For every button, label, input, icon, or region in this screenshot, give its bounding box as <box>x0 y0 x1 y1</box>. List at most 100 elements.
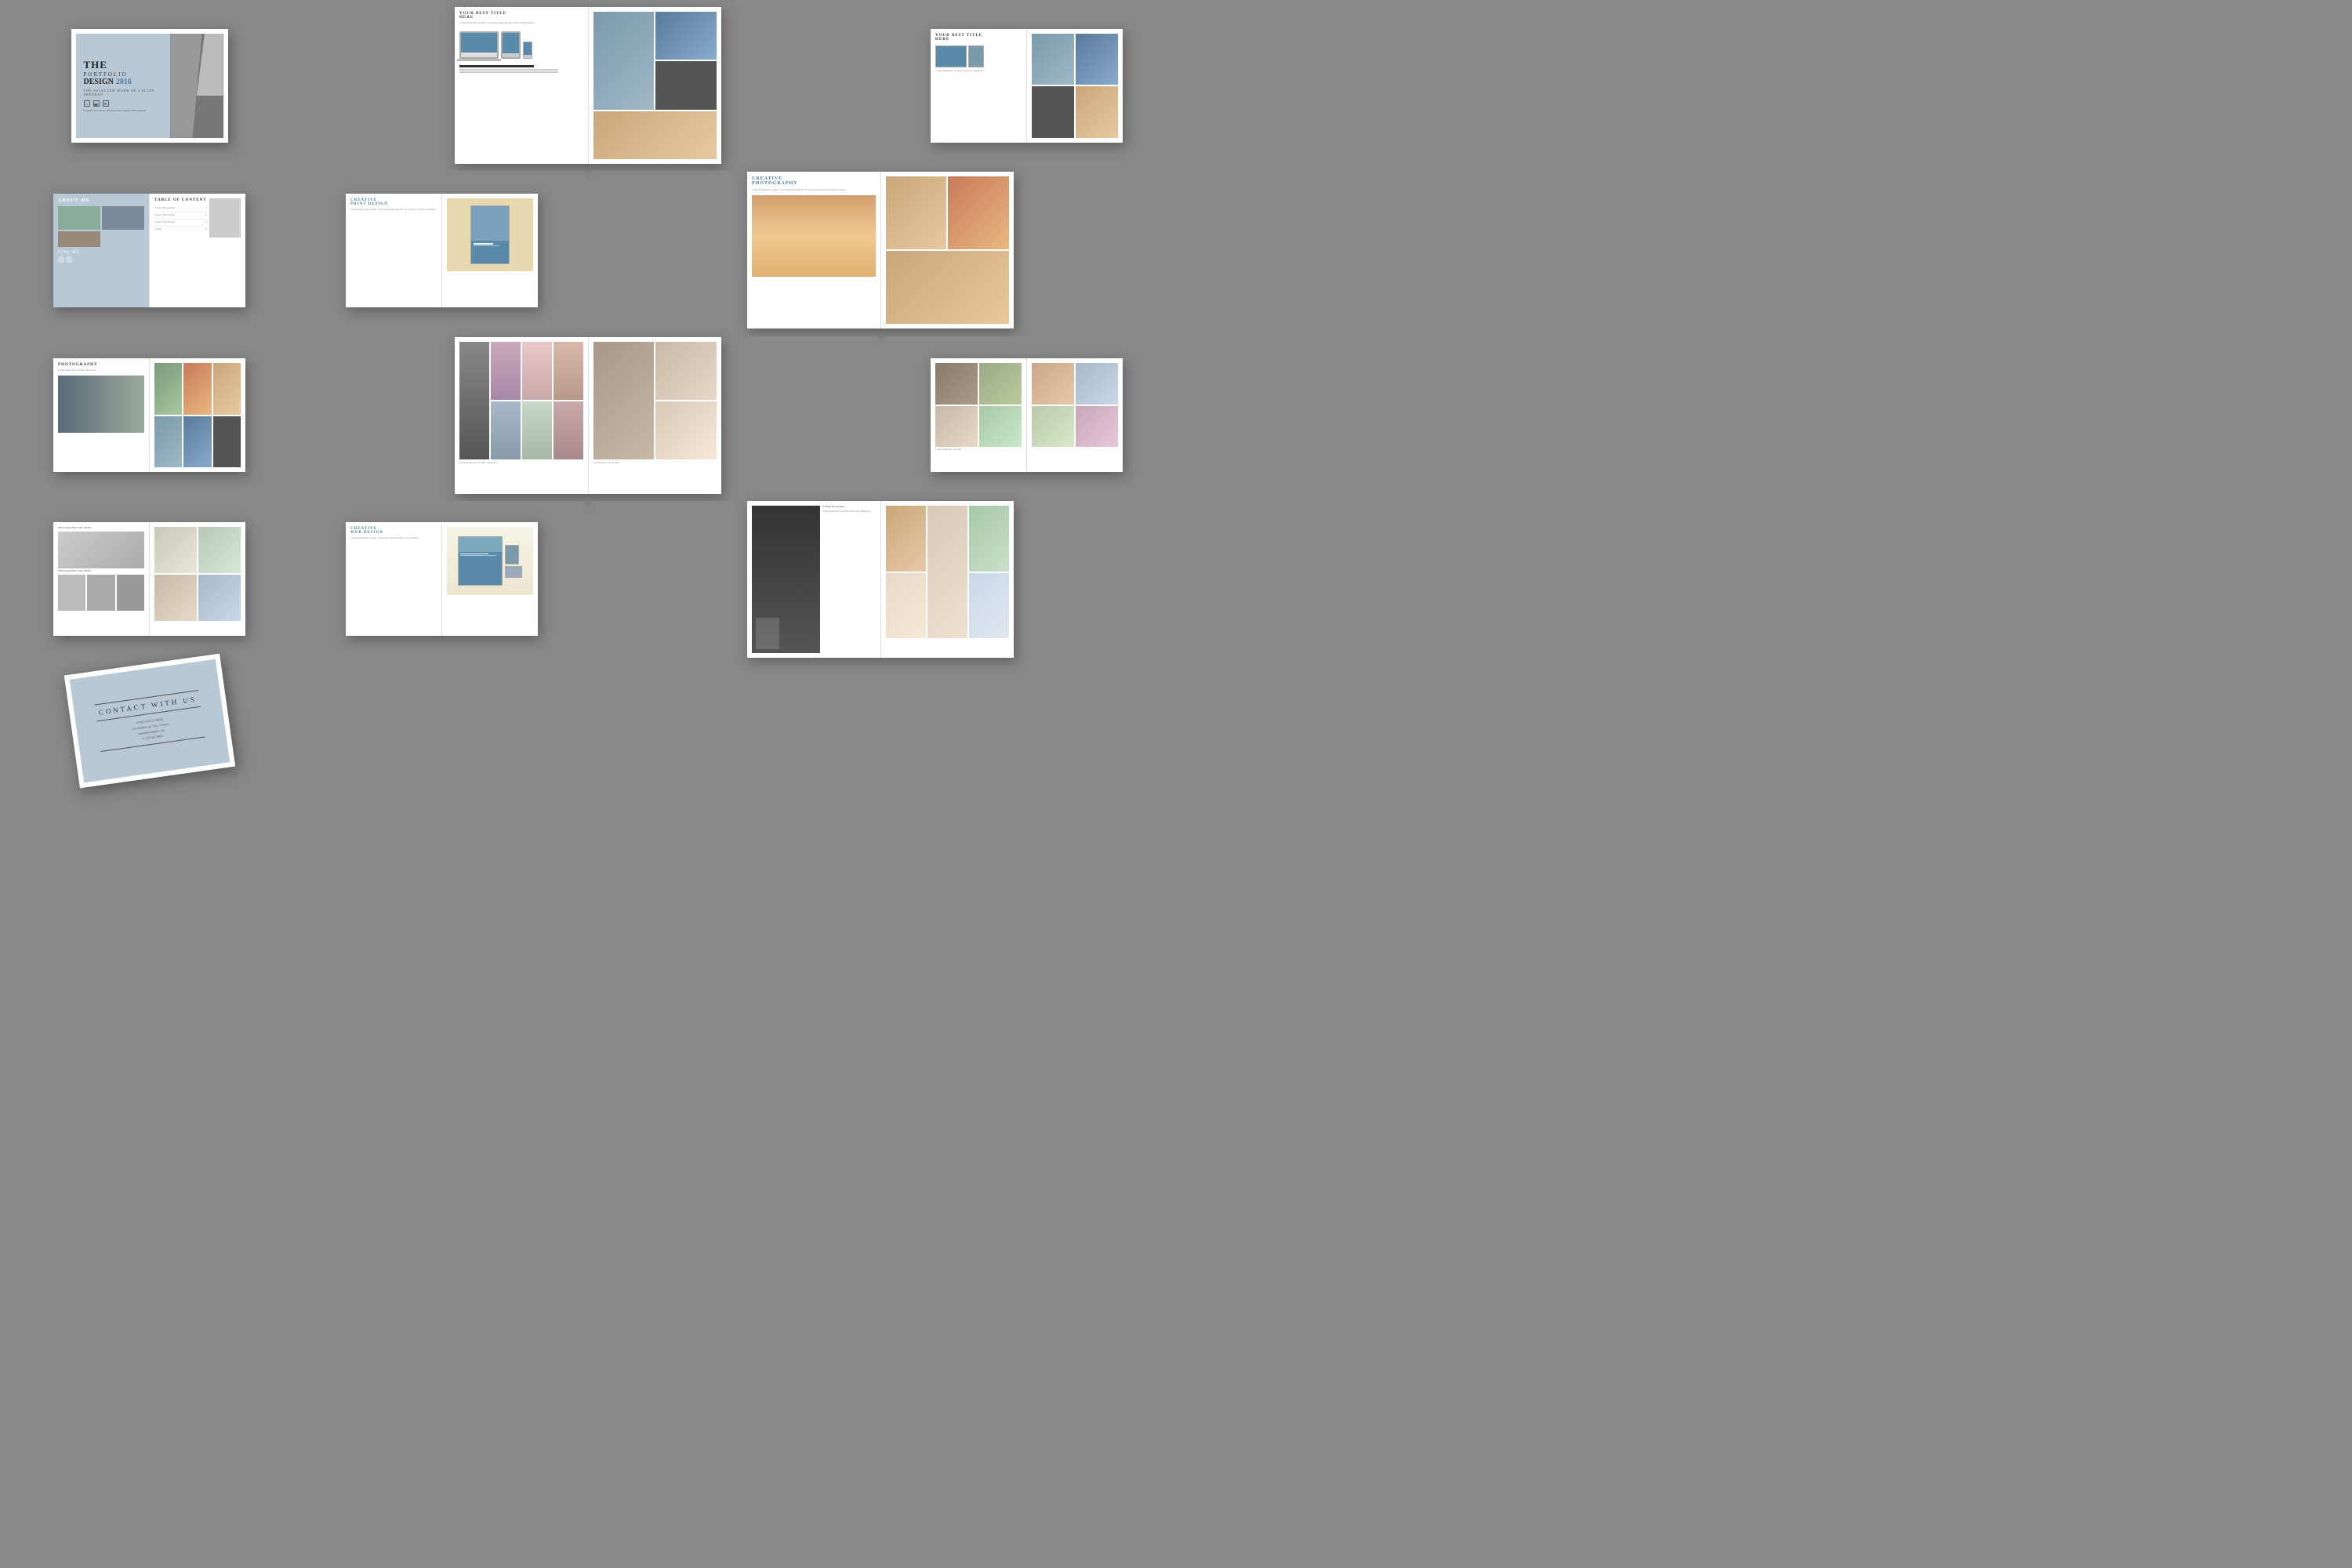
bride-silhouette <box>756 618 779 649</box>
tech-photo-3 <box>655 61 717 109</box>
photo-n3 <box>1032 86 1074 138</box>
cell-photo-grid: PHOTOGRAPHY Lorem ipsum dolor sit amet c… <box>6 336 292 495</box>
fashion-7 <box>554 401 583 459</box>
cover-booklet: THE PORTFOLIO DESIGN 2016 THE SELECTED W… <box>71 29 228 143</box>
portrait-right-grid <box>1032 363 1118 446</box>
tech-photo-grid <box>593 12 717 159</box>
prod-g2 <box>87 575 114 612</box>
tech-bottom-text <box>459 65 583 73</box>
prod-r4 <box>198 575 241 621</box>
print-right-page <box>441 194 538 307</box>
photo-r-bottom <box>886 251 1010 324</box>
tech-narrow-desc: Lorem ipsum dolor sit amet consectetur a… <box>935 70 1022 73</box>
wedding-desc: Lorem ipsum dolor sit amet consectetur a… <box>822 510 876 514</box>
prod-r3 <box>154 575 197 621</box>
port-r3 <box>1032 406 1074 447</box>
wed-4 <box>886 573 926 639</box>
cover-description: Excepteur sint oclaecat cupidtat postrar… <box>84 109 163 112</box>
cover-year: 2016 <box>116 78 132 86</box>
photo-wide-left: CREATIVEPHOTOGRAPHY Lorem ipsum dolor si… <box>747 172 880 328</box>
product-img-1 <box>58 532 144 568</box>
main-grid: THE PORTFOLIO DESIGN 2016 THE SELECTED W… <box>0 0 1176 784</box>
laptop-sm <box>935 45 967 67</box>
print-tablet <box>470 205 510 263</box>
cover-title-portfolio: PORTFOLIO <box>84 71 128 78</box>
fashion-left: Lorem ipsum dolor sit amet consectetur. <box>455 337 588 494</box>
wed-5 <box>969 573 1009 639</box>
fashion-3 <box>522 342 552 400</box>
cover-title-design: DESIGN <box>84 78 114 86</box>
cover-page-left: THE PORTFOLIO DESIGN 2016 THE SELECTED W… <box>76 34 171 138</box>
web-title: CREATIVEWEB DESIGN <box>350 527 437 535</box>
cell-photo-wide: CREATIVEPHOTOGRAPHY Lorem ipsum dolor si… <box>591 171 1170 329</box>
product-left: PHOTOGRAPHY STILL HERE PHOTOGRAPHY STILL… <box>53 522 149 636</box>
photo-wide-booklet: CREATIVEPHOTOGRAPHY Lorem ipsum dolor si… <box>747 172 1014 328</box>
fashion-booklet: Lorem ipsum dolor sit amet consectetur. … <box>455 337 721 494</box>
pg5 <box>183 416 211 468</box>
fashion-4 <box>554 342 583 400</box>
wedding-grid <box>886 506 1010 638</box>
fashion-r1 <box>593 342 655 459</box>
phone-mockup <box>523 42 532 59</box>
web-mockup <box>447 527 533 594</box>
product-title-1: PHOTOGRAPHY STILL HERE <box>58 527 144 530</box>
fashion-grid <box>459 342 583 459</box>
about-left-page: ABOUT ME FIND ME <box>53 194 149 307</box>
photo-right-top <box>886 176 1010 249</box>
wedding-booklet: Wedding photography Lorem ipsum dolor si… <box>747 501 1014 658</box>
contact-booklet: CONTACT WITH US YOUR TITLE HERE 123 Addr… <box>64 654 234 788</box>
product-right <box>149 522 245 636</box>
tech-photo-4 <box>593 111 717 159</box>
web-left: CREATIVEWEB DESIGN Lorem ipsum dolor sit… <box>346 522 441 636</box>
tech-narrow-devices <box>935 45 1022 67</box>
fashion-right: Lorem ipsum dolor sit amet. <box>588 337 722 494</box>
photo-r2 <box>948 176 1009 249</box>
portrait-right <box>1026 358 1123 472</box>
tablet-mockup <box>501 31 521 59</box>
photo-grid-booklet: PHOTOGRAPHY Lorem ipsum dolor sit amet c… <box>53 358 245 472</box>
tech-left-title: YOUR BEST TITLEHERE <box>459 12 583 20</box>
cover-page-right <box>170 34 223 138</box>
about-right-page: TABLE OF CONTENT Creative Photography2 C… <box>149 194 245 307</box>
tech-page-right <box>588 7 722 164</box>
building-image <box>170 34 223 138</box>
photo-n1 <box>1032 34 1074 85</box>
port-2 <box>979 363 1022 404</box>
wedding-main-photo <box>752 506 820 653</box>
tech-spread-booklet: YOUR BEST TITLEHERE Lorem ipsum dolor si… <box>455 7 721 164</box>
cover-icon-mail: ✉ <box>103 100 109 107</box>
web-booklet: CREATIVEWEB DESIGN Lorem ipsum dolor sit… <box>346 522 538 636</box>
about-photo-2 <box>102 206 144 230</box>
fashion-1 <box>459 342 489 459</box>
wedding-left: Wedding photography Lorem ipsum dolor si… <box>747 501 880 658</box>
fashion-right-grid <box>593 342 717 459</box>
fashion-6 <box>522 401 552 459</box>
print-left-page: CREATIVEPRINT DESIGN Lorem ipsum dolor s… <box>346 194 441 307</box>
print-mockup <box>447 198 533 271</box>
tech-narrow-left: YOUR BEST TITLEHERE Lorem ipsum dolor si… <box>931 29 1026 143</box>
photo-body: Lorem ipsum dolor sit amet, consectetur … <box>752 189 876 192</box>
wed-3 <box>969 506 1009 572</box>
fashion-desc: Lorem ipsum dolor sit amet consectetur. <box>459 462 583 465</box>
social-icon-1 <box>58 256 64 263</box>
cell-tech-wide: YOUR BEST TITLEHERE Lorem ipsum dolor si… <box>299 6 877 165</box>
tech-narrow-grid <box>1032 34 1118 138</box>
photo-grid-body: Lorem ipsum dolor sit amet consectetur. <box>58 369 144 372</box>
photo-grid-left: PHOTOGRAPHY Lorem ipsum dolor sit amet c… <box>53 358 149 472</box>
photo-n4 <box>1076 86 1118 138</box>
about-photo-1 <box>58 206 100 230</box>
photo-title: CREATIVEPHOTOGRAPHY <box>752 176 876 186</box>
tech-narrow-title: YOUR BEST TITLEHERE <box>935 34 1022 42</box>
contact-page: CONTACT WITH US YOUR TITLE HERE 123 Addr… <box>69 659 230 783</box>
photo-right-grid <box>886 176 1010 324</box>
prod-g1 <box>58 575 85 612</box>
product-right-grid <box>154 527 241 621</box>
tech-photo-1 <box>593 12 655 110</box>
product-title-2: PHOTOGRAPHY STILL HERE <box>58 570 144 573</box>
product-booklet: PHOTOGRAPHY STILL HERE PHOTOGRAPHY STILL… <box>53 522 245 636</box>
wed-2 <box>927 506 967 638</box>
tech-left-body: Lorem ipsum dolor sit amet, consectetur … <box>459 22 583 25</box>
photo-small-grid <box>154 363 241 467</box>
pg1 <box>154 363 182 415</box>
photo-r1 <box>886 176 947 249</box>
